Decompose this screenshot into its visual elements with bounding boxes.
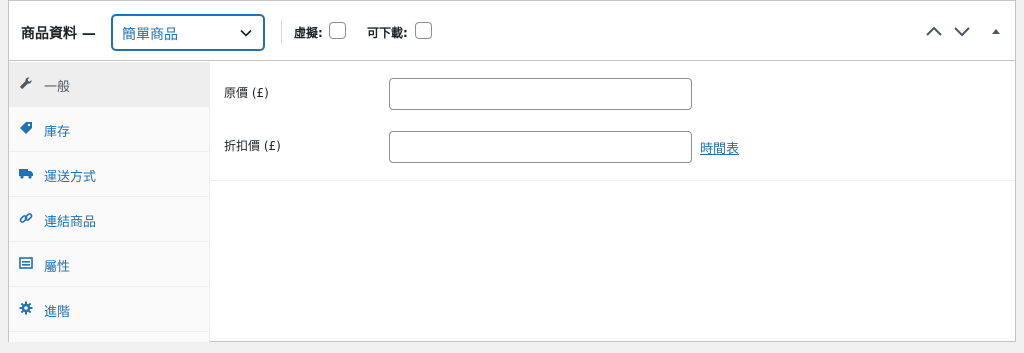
schedule-link[interactable]: 時間表 (700, 138, 739, 157)
collapse-toggle-icon[interactable] (987, 24, 1005, 38)
product-data-tabs: 一般 庫存 運送方式 連結商品 屬性 進階 (9, 62, 210, 342)
downloadable-label: 可下載: (367, 26, 408, 40)
sale-price-input[interactable] (389, 131, 692, 163)
product-type-value: 簡單商品 (122, 27, 178, 43)
general-panel: 原價 (£) 折扣價 (£) 時間表 (211, 62, 1015, 181)
tab-label: 庫存 (44, 125, 71, 140)
wrench-icon (20, 77, 32, 89)
header-divider (281, 20, 282, 44)
tab-label: 進階 (44, 305, 71, 320)
tab-label: 屬性 (44, 260, 71, 275)
product-type-select[interactable]: 簡單商品 (112, 15, 264, 50)
move-up-icon[interactable] (925, 24, 943, 38)
tab-attributes[interactable]: 屬性 (9, 242, 209, 287)
chevron-down-icon (240, 29, 252, 37)
downloadable-checkbox[interactable] (415, 22, 432, 39)
sale-price-label: 折扣價 (£) (224, 139, 281, 153)
move-down-icon[interactable] (953, 24, 971, 38)
product-data-panel: 商品資料 — 簡單商品 虛擬: 可下載: 一般 庫存 運送方式 連結商品 屬性 … (8, 0, 1016, 342)
truck-icon (19, 169, 33, 179)
panel-title: 商品資料 — (21, 26, 96, 42)
link-icon (19, 213, 33, 223)
tab-label: 連結商品 (44, 215, 97, 230)
list-icon (19, 257, 33, 269)
tab-label: 一般 (44, 80, 71, 95)
tag-icon (20, 122, 32, 134)
tab-linked-products[interactable]: 連結商品 (9, 197, 209, 242)
virtual-label: 虛擬: (294, 26, 323, 40)
regular-price-input[interactable] (389, 78, 692, 110)
tab-inventory[interactable]: 庫存 (9, 107, 209, 152)
tab-advanced[interactable]: 進階 (9, 287, 209, 332)
tab-label: 運送方式 (44, 170, 97, 185)
panel-header: 商品資料 — 簡單商品 虛擬: 可下載: (9, 1, 1015, 61)
tab-shipping[interactable]: 運送方式 (9, 152, 209, 197)
virtual-checkbox[interactable] (329, 22, 346, 39)
regular-price-label: 原價 (£) (224, 86, 269, 100)
tab-general[interactable]: 一般 (9, 62, 209, 107)
gear-icon (19, 301, 33, 315)
